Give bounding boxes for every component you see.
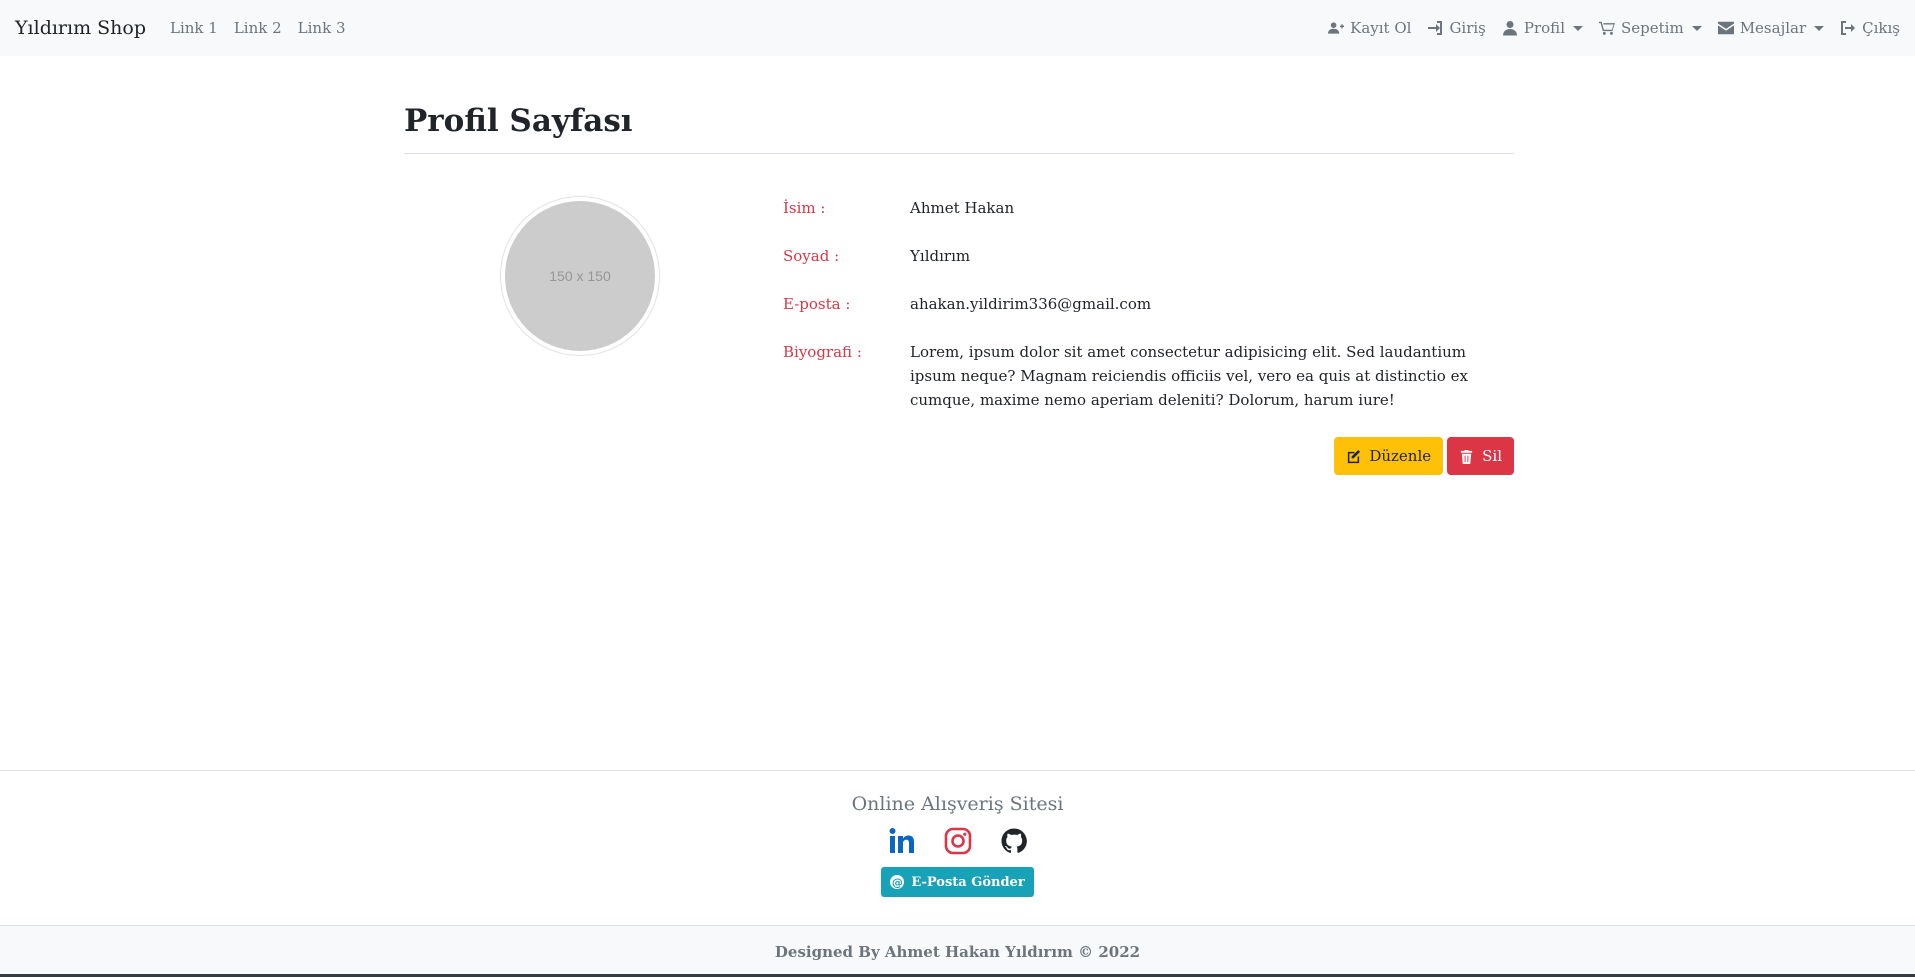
trash-icon bbox=[1461, 449, 1473, 464]
send-email-button[interactable]: @ E-Posta Gönder bbox=[881, 867, 1034, 897]
nav-logout-label: Çıkış bbox=[1862, 19, 1900, 37]
chevron-down-icon bbox=[1814, 25, 1825, 31]
edit-button[interactable]: Düzenle bbox=[1334, 437, 1444, 475]
avatar-placeholder: 150 x 150 bbox=[505, 201, 655, 351]
sign-out-icon bbox=[1841, 21, 1856, 35]
nav-register-label: Kayıt Ol bbox=[1350, 19, 1412, 37]
copyright-text: Designed By Ahmet Hakan Yıldırım © 2022 bbox=[774, 942, 1141, 961]
nav-right-items: Kayıt Ol Giriş Profil Sepetim Mesajlar Ç… bbox=[1328, 19, 1900, 37]
detail-row-surname: Soyad : Yıldırım bbox=[783, 244, 1514, 268]
user-icon bbox=[1502, 21, 1517, 36]
nav-link-2[interactable]: Link 2 bbox=[234, 19, 282, 37]
email-value: ahakan.yildirim336@gmail.com bbox=[910, 295, 1152, 313]
nav-login[interactable]: Giriş bbox=[1427, 19, 1486, 37]
nav-login-label: Giriş bbox=[1449, 19, 1486, 37]
nav-link-3[interactable]: Link 3 bbox=[298, 19, 346, 37]
at-icon: @ bbox=[890, 875, 905, 889]
nav-register[interactable]: Kayıt Ol bbox=[1328, 19, 1411, 37]
bio-label: Biyografi : bbox=[783, 343, 862, 361]
nav-cart-label: Sepetim bbox=[1621, 19, 1684, 37]
delete-button[interactable]: Sil bbox=[1447, 437, 1514, 475]
delete-button-label: Sil bbox=[1482, 447, 1502, 465]
send-email-label: E-Posta Gönder bbox=[911, 874, 1025, 890]
social-links bbox=[888, 827, 1028, 855]
profile-section: 150 x 150 İsim : Ahmet Hakan Soyad : Yıl… bbox=[404, 154, 1514, 484]
footer-title: Online Alışveriş Sitesi bbox=[851, 793, 1064, 815]
nav-messages-label: Mesajlar bbox=[1739, 19, 1807, 37]
github-icon[interactable] bbox=[1000, 827, 1028, 855]
email-label: E-posta : bbox=[783, 295, 851, 313]
profile-container: Profil Sayfası 150 x 150 İsim : Ahmet Ha… bbox=[404, 56, 1514, 484]
sign-in-icon bbox=[1428, 21, 1443, 35]
bio-value: Lorem, ipsum dolor sit amet consectetur … bbox=[910, 343, 1468, 409]
brand-link[interactable]: Yıldırım Shop bbox=[15, 17, 146, 39]
profile-actions: Düzenle Sil bbox=[1334, 437, 1514, 475]
nav-cart-dropdown[interactable]: Sepetim bbox=[1599, 19, 1702, 37]
nav-left-links: Link 1 Link 2 Link 3 bbox=[170, 19, 345, 37]
copyright-bar: Designed By Ahmet Hakan Yıldırım © 2022 bbox=[0, 925, 1915, 977]
chevron-down-icon bbox=[1573, 25, 1583, 31]
nav-logout[interactable]: Çıkış bbox=[1840, 19, 1900, 37]
navbar: Yıldırım Shop Link 1 Link 2 Link 3 Kayıt… bbox=[0, 0, 1915, 56]
avatar: 150 x 150 bbox=[500, 196, 660, 356]
detail-row-bio: Biyografi : Lorem, ipsum dolor sit amet … bbox=[783, 340, 1514, 412]
cart-icon bbox=[1599, 21, 1615, 35]
footer: Online Alışveriş Sitesi @ E-Posta Gönder bbox=[0, 770, 1915, 925]
nav-profile-label: Profil bbox=[1523, 19, 1565, 37]
name-value: Ahmet Hakan bbox=[910, 199, 1015, 217]
user-plus-icon bbox=[1328, 22, 1345, 34]
chevron-down-icon bbox=[1691, 25, 1702, 31]
instagram-icon[interactable] bbox=[944, 827, 972, 855]
name-label: İsim : bbox=[783, 199, 826, 217]
profile-details: İsim : Ahmet Hakan Soyad : Yıldırım E-po… bbox=[783, 196, 1514, 436]
nav-messages-dropdown[interactable]: Mesajlar bbox=[1717, 19, 1825, 37]
detail-row-name: İsim : Ahmet Hakan bbox=[783, 196, 1514, 220]
nav-link-1[interactable]: Link 1 bbox=[170, 19, 218, 37]
envelope-icon bbox=[1717, 21, 1734, 35]
edit-icon bbox=[1348, 449, 1361, 463]
surname-value: Yıldırım bbox=[910, 247, 971, 265]
linkedin-icon[interactable] bbox=[888, 827, 916, 855]
surname-label: Soyad : bbox=[783, 247, 840, 265]
edit-button-label: Düzenle bbox=[1369, 447, 1432, 465]
detail-row-email: E-posta : ahakan.yildirim336@gmail.com bbox=[783, 292, 1514, 316]
page-title: Profil Sayfası bbox=[404, 103, 1514, 154]
nav-profile-dropdown[interactable]: Profil bbox=[1502, 19, 1583, 37]
